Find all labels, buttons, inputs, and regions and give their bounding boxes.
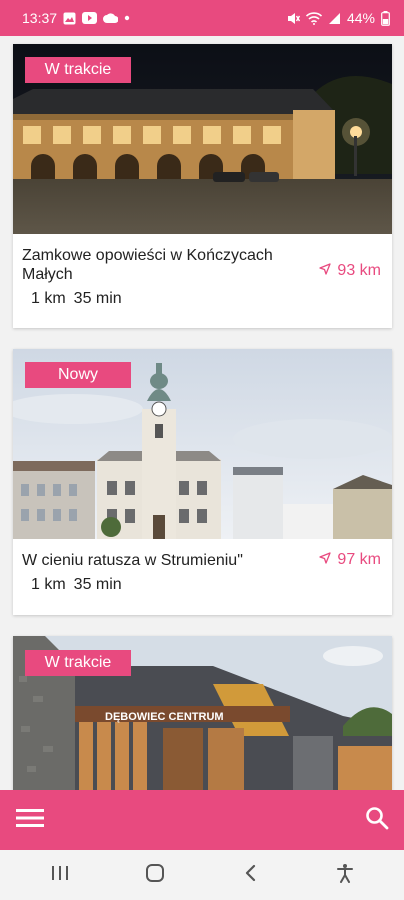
route-card[interactable]: DĘBOWIEC CENTRUM W trakcie	[13, 636, 392, 790]
signal-icon	[328, 12, 341, 25]
status-bar: 13:37 44%	[0, 0, 404, 36]
route-photo-sign: DĘBOWIEC CENTRUM	[105, 711, 224, 723]
navigation-arrow-icon	[319, 262, 332, 280]
recent-apps-button[interactable]	[30, 855, 90, 895]
system-navigation-bar	[0, 850, 404, 900]
back-button[interactable]	[220, 855, 280, 895]
battery-icon	[381, 10, 390, 26]
route-status-badge: W trakcie	[25, 57, 131, 83]
youtube-icon	[82, 12, 98, 24]
route-length: 1 km	[31, 290, 66, 307]
route-list[interactable]: W trakcie Zamkowe opowieści w Kończycach…	[0, 36, 404, 790]
route-distance-value: 97 km	[337, 551, 381, 568]
recent-apps-icon	[51, 865, 69, 886]
mute-icon	[287, 12, 300, 25]
accessibility-button[interactable]	[315, 855, 375, 895]
route-meta: 1 km 35 min	[22, 576, 382, 594]
home-button[interactable]	[125, 855, 185, 895]
bottom-app-bar	[0, 790, 404, 850]
route-title: W cieniu ratusza w Strumieniu"	[22, 552, 243, 569]
route-meta: 1 km 35 min	[22, 290, 382, 308]
wifi-icon	[305, 11, 322, 25]
route-length: 1 km	[31, 576, 66, 593]
route-status-badge: Nowy	[25, 362, 131, 388]
status-time: 13:37	[22, 10, 58, 26]
route-status-badge: W trakcie	[25, 650, 131, 676]
home-icon	[145, 863, 165, 888]
navigation-arrow-icon	[319, 551, 332, 569]
route-distance-value: 93 km	[337, 262, 381, 279]
route-title: Zamkowe opowieści w Kończycach Małych	[22, 247, 273, 283]
route-card[interactable]: Nowy W cieniu ratusza w Strumieniu" 1 km…	[13, 349, 392, 615]
route-duration: 35 min	[73, 290, 122, 307]
dot-icon	[124, 15, 130, 21]
route-info: W cieniu ratusza w Strumieniu" 1 km 35 m…	[13, 539, 392, 615]
route-info: Zamkowe opowieści w Kończycach Małych 1 …	[13, 234, 392, 328]
route-distance-away: 93 km	[319, 262, 381, 280]
back-icon	[244, 864, 256, 887]
gallery-icon	[63, 12, 76, 25]
route-photo: Nowy	[13, 349, 392, 539]
accessibility-icon	[336, 863, 354, 888]
route-duration: 35 min	[73, 576, 122, 593]
hamburger-menu-icon[interactable]	[16, 808, 44, 833]
search-icon[interactable]	[365, 806, 389, 835]
route-photo: DĘBOWIEC CENTRUM W trakcie	[13, 636, 392, 790]
route-card[interactable]: W trakcie Zamkowe opowieści w Kończycach…	[13, 44, 392, 328]
cloud-icon	[103, 13, 119, 23]
battery-percent: 44%	[346, 10, 375, 26]
route-photo: W trakcie	[13, 44, 392, 234]
route-distance-away: 97 km	[319, 551, 381, 569]
